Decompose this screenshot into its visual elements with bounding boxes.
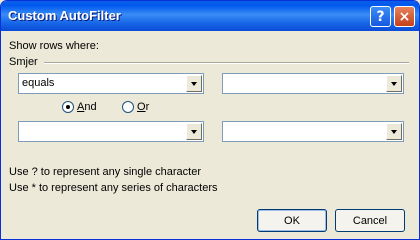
condition2-value-combobox[interactable] <box>222 121 404 142</box>
and-radio-label[interactable]: And <box>77 101 97 113</box>
condition1-value-combobox[interactable] <box>222 73 404 94</box>
chevron-down-icon[interactable] <box>186 75 202 92</box>
group-divider <box>44 62 409 64</box>
title-bar[interactable]: Custom AutoFilter ? × <box>1 1 419 31</box>
or-radio[interactable] <box>122 101 134 113</box>
window-title: Custom AutoFilter <box>8 8 121 23</box>
show-rows-label: Show rows where: <box>9 40 99 52</box>
ok-button[interactable]: OK <box>257 209 327 232</box>
close-icon: × <box>398 8 411 25</box>
or-radio-label[interactable]: Or <box>137 101 149 113</box>
wildcard-hint-single: Use ? to represent any single character <box>9 166 201 178</box>
condition1-operator-dropdown[interactable]: equals <box>18 73 204 94</box>
chevron-down-icon[interactable] <box>386 75 402 92</box>
field-name-label: Smjer <box>9 56 38 68</box>
condition2-operator-dropdown[interactable] <box>18 121 204 142</box>
help-button[interactable]: ? <box>370 6 391 27</box>
chevron-down-icon[interactable] <box>186 123 202 140</box>
question-icon: ? <box>376 8 385 25</box>
condition1-operator-value: equals <box>22 77 55 89</box>
close-button[interactable]: × <box>394 6 415 27</box>
cancel-button[interactable]: Cancel <box>335 209 405 232</box>
wildcard-hint-series: Use * to represent any series of charact… <box>9 182 218 194</box>
chevron-down-icon[interactable] <box>386 123 402 140</box>
custom-autofilter-dialog: Custom AutoFilter ? × Show rows where: S… <box>0 0 420 240</box>
and-radio[interactable] <box>62 101 74 113</box>
